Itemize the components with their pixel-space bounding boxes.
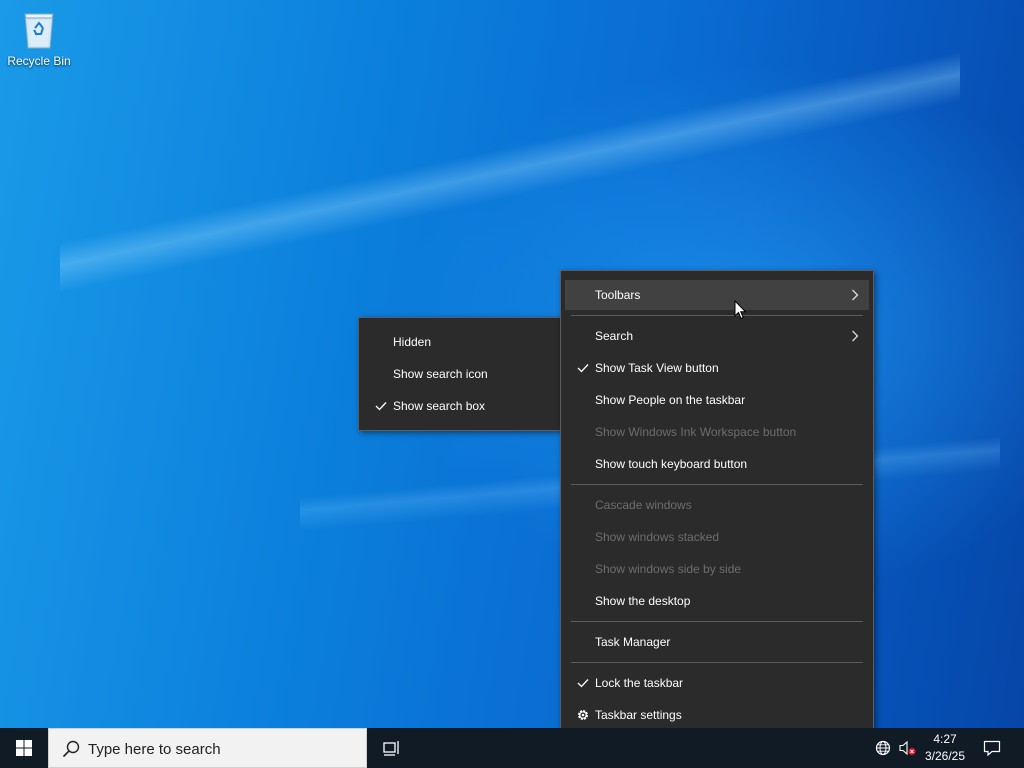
action-center-icon: [983, 740, 1001, 756]
menu-item-show-people[interactable]: Show People on the taskbar: [565, 385, 869, 415]
menu-item-show-windows-side-by-side: Show windows side by side: [565, 554, 869, 584]
menu-separator: [571, 315, 863, 316]
volume-button[interactable]: [895, 728, 919, 768]
menu-item-label: Show Windows Ink Workspace button: [595, 425, 797, 439]
menu-item-show-task-view-button[interactable]: Show Task View button: [565, 353, 869, 383]
menu-item-label: Cascade windows: [595, 498, 692, 512]
network-globe-icon: [875, 740, 891, 756]
action-center-button[interactable]: [978, 728, 1006, 768]
menu-item-label: Show windows side by side: [595, 562, 742, 576]
taskbar-search-box[interactable]: Type here to search: [48, 728, 367, 768]
menu-item-label: Show People on the taskbar: [595, 393, 746, 407]
checkmark-icon: [575, 668, 591, 698]
menu-item-label: Taskbar settings: [595, 708, 682, 722]
taskbar: Type here to search 4:27 3/26/25: [0, 728, 1024, 768]
menu-item-label: Show touch keyboard button: [595, 457, 748, 471]
menu-item-lock-taskbar[interactable]: Lock the taskbar: [565, 668, 869, 698]
checkmark-icon: [373, 391, 389, 421]
start-button[interactable]: [0, 728, 48, 768]
taskbar-clock[interactable]: 4:27 3/26/25: [918, 728, 972, 768]
submenu-item-show-search-icon[interactable]: Show search icon: [363, 359, 558, 389]
volume-muted-icon: [899, 740, 916, 756]
menu-item-label: Show Task View button: [595, 361, 719, 375]
taskbar-context-menu: Toolbars Search Show Task View button Sh…: [560, 270, 874, 741]
menu-item-label: Show windows stacked: [595, 530, 720, 544]
recycle-bin-icon: [24, 13, 54, 49]
submenu-item-label: Show search box: [393, 399, 486, 413]
chevron-right-icon: [849, 280, 861, 310]
menu-item-label: Task Manager: [595, 635, 671, 649]
menu-item-show-desktop[interactable]: Show the desktop: [565, 586, 869, 616]
wallpaper-light-beam: [60, 40, 960, 300]
menu-item-show-ink-workspace: Show Windows Ink Workspace button: [565, 417, 869, 447]
gear-icon: [575, 700, 591, 730]
task-view-icon: [383, 741, 399, 756]
menu-separator: [571, 484, 863, 485]
menu-item-show-touch-keyboard[interactable]: Show touch keyboard button: [565, 449, 869, 479]
menu-item-label: Search: [595, 329, 634, 343]
chevron-right-icon: [849, 321, 861, 351]
menu-item-toolbars[interactable]: Toolbars: [565, 280, 869, 310]
desktop-icon-label: Recycle Bin: [7, 54, 71, 68]
submenu-item-hidden[interactable]: Hidden: [363, 327, 558, 357]
clock-date: 3/26/25: [924, 749, 966, 763]
menu-item-label: Lock the taskbar: [595, 676, 684, 690]
menu-item-label: Toolbars: [595, 288, 641, 302]
mouse-cursor-icon: [734, 300, 747, 320]
search-submenu: Hidden Show search icon Show search box: [358, 317, 563, 431]
clock-time: 4:27: [933, 732, 957, 746]
search-placeholder: Type here to search: [88, 740, 221, 758]
windows-logo-icon: [16, 740, 32, 756]
menu-item-show-windows-stacked: Show windows stacked: [565, 522, 869, 552]
menu-item-taskbar-settings[interactable]: Taskbar settings: [565, 700, 869, 730]
menu-item-search[interactable]: Search: [565, 321, 869, 351]
menu-separator: [571, 662, 863, 663]
checkmark-icon: [575, 353, 591, 383]
menu-item-task-manager[interactable]: Task Manager: [565, 627, 869, 657]
submenu-item-label: Hidden: [393, 335, 432, 349]
search-icon: [62, 740, 80, 758]
menu-item-label: Show the desktop: [595, 594, 691, 608]
desktop-icon-recycle-bin[interactable]: Recycle Bin: [4, 6, 74, 76]
network-button[interactable]: [871, 728, 895, 768]
submenu-item-label: Show search icon: [393, 367, 488, 381]
menu-separator: [571, 621, 863, 622]
submenu-item-show-search-box[interactable]: Show search box: [363, 391, 558, 421]
task-view-button[interactable]: [370, 728, 414, 768]
menu-item-cascade-windows: Cascade windows: [565, 490, 869, 520]
